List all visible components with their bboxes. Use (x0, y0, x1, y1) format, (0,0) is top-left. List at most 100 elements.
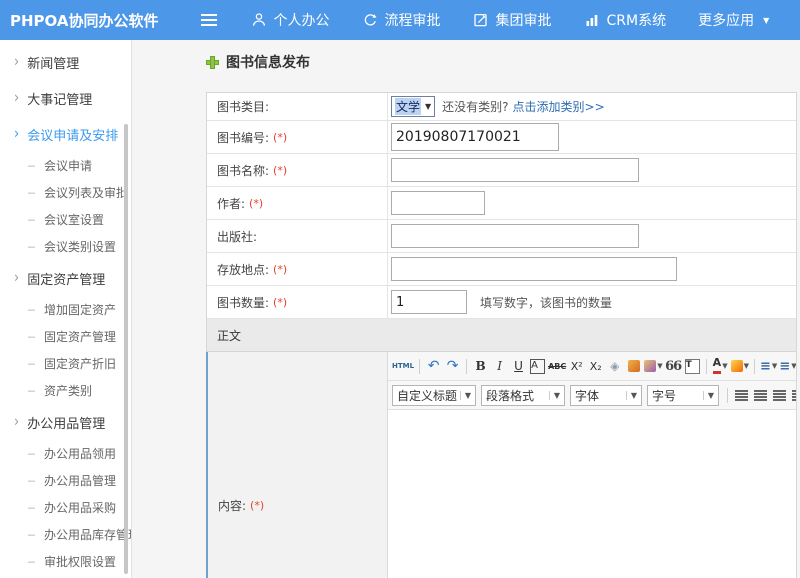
editor-custom-title-select[interactable]: 自定义标题▼ (392, 385, 476, 406)
book-number-input[interactable] (391, 123, 559, 151)
editor-align-center-button[interactable] (752, 386, 769, 404)
caret-down-icon: ▼ (460, 391, 475, 400)
dash-icon: — (28, 303, 36, 316)
sidebar-item-3[interactable]: —会议申请 (0, 152, 131, 179)
sidebar-item-label: 新闻管理 (27, 53, 79, 72)
sidebar-item-6[interactable]: —会议类别设置 (0, 233, 131, 260)
editor-superscript-button[interactable]: X² (568, 357, 585, 375)
sidebar-item-14[interactable]: —办公用品管理 (0, 467, 131, 494)
field-value-cell (388, 121, 796, 153)
editor-blockquote-button[interactable]: 66 (665, 357, 682, 375)
sidebar-scrollbar[interactable] (124, 124, 128, 574)
chevron-right-icon: › (14, 414, 19, 432)
chevron-right-icon: › (14, 270, 19, 288)
sidebar-item-1[interactable]: ›大事记管理 (0, 80, 131, 116)
sidebar-item-10[interactable]: —固定资产折旧 (0, 350, 131, 377)
caret-down-icon: ▼ (744, 362, 749, 370)
sidebar-menu: ›新闻管理›大事记管理›会议申请及安排—会议申请—会议列表及审批—会议室设置—会… (0, 44, 131, 578)
editor-redo-button[interactable]: ↷ (444, 357, 461, 375)
editor-font-border-button[interactable]: A (529, 357, 546, 375)
required-mark: (*) (273, 164, 287, 177)
editor-underline-button[interactable]: U (510, 357, 527, 375)
sidebar-item-16[interactable]: —办公用品库存管理 (0, 521, 131, 548)
sidebar-item-13[interactable]: —办公用品领用 (0, 440, 131, 467)
sidebar-item-0[interactable]: ›新闻管理 (0, 44, 131, 80)
field-label-cell: 图书数量:(*) (207, 286, 388, 318)
sidebar-item-11[interactable]: —资产类别 (0, 377, 131, 404)
editor-highlight-button[interactable]: ▼ (731, 357, 749, 375)
editor-font-family-select[interactable]: 字体▼ (570, 385, 642, 406)
caret-down-icon: ▼ (549, 391, 564, 400)
nav-label: CRM系统 (607, 10, 667, 30)
chevron-right-icon: › (14, 90, 19, 108)
editor-html-source-button[interactable]: HTML (392, 357, 414, 375)
sidebar-item-2[interactable]: ›会议申请及安排 (0, 116, 131, 152)
book-name-input[interactable] (391, 158, 639, 182)
sidebar-item-label: 办公用品管理 (27, 413, 105, 432)
app-logo: PHPOA协同办公软件 (0, 10, 159, 31)
editor-italic-button[interactable]: I (491, 357, 508, 375)
sidebar-item-4[interactable]: —会议列表及审批 (0, 179, 131, 206)
author-input[interactable] (391, 191, 485, 215)
field-value-cell (388, 253, 796, 285)
field-value-cell (388, 154, 796, 186)
align-center-icon (754, 390, 767, 401)
sidebar-item-9[interactable]: —固定资产管理 (0, 323, 131, 350)
form-row-book-number: 图书编号:(*) (207, 121, 796, 154)
sidebar-item-15[interactable]: —办公用品采购 (0, 494, 131, 521)
storage-location-input[interactable] (391, 257, 677, 281)
field-label: 图书名称: (217, 162, 269, 179)
publisher-input[interactable] (391, 224, 639, 248)
dash-icon: — (28, 330, 36, 343)
glyph: 66 (665, 359, 681, 374)
nav-item-crm-system[interactable]: CRM系统 (584, 10, 667, 30)
editor-format-brush-button[interactable] (625, 357, 642, 375)
nav-item-workflow-approval[interactable]: 流程审批 (362, 10, 441, 30)
field-label: 存放地点: (217, 261, 269, 278)
align-left-icon (735, 390, 748, 401)
editor-undo-button[interactable]: ↶ (425, 357, 442, 375)
editor-ordered-list-button[interactable]: ≡▼ (760, 357, 777, 375)
glyph: HTML (392, 362, 414, 370)
editor-bold-button[interactable]: B (472, 357, 489, 375)
editor-align-right-button[interactable] (771, 386, 788, 404)
editor-strikethrough-button[interactable]: ABC (548, 357, 566, 375)
nav-item-group-approval[interactable]: 集团审批 (473, 10, 552, 30)
nav-item-more-apps[interactable]: 更多应用▼ (698, 10, 769, 30)
editor-align-left-button[interactable] (733, 386, 750, 404)
field-label-cell: 图书名称: (*) (207, 154, 388, 186)
sidebar-item-5[interactable]: —会议室设置 (0, 206, 131, 233)
glyph: A (713, 358, 722, 374)
editor-align-justify-button[interactable] (790, 386, 796, 404)
editor-font-color-button[interactable]: A▼ (712, 357, 729, 375)
dash-icon: — (28, 213, 36, 226)
editor-unordered-list-button[interactable]: ≡▼ (779, 357, 796, 375)
add-category-link[interactable]: 点击添加类别>> (513, 98, 605, 115)
editor-font-size-select[interactable]: 字号▼ (647, 385, 719, 406)
sidebar-item-12[interactable]: › 办公用品管理 (0, 404, 131, 440)
category-label: 图书类目: (207, 93, 388, 120)
sidebar-item-17[interactable]: —审批权限设置 (0, 548, 131, 575)
caret-down-icon: ▼ (425, 102, 431, 111)
editor-paste-text-button[interactable]: T (684, 357, 701, 375)
menu-icon[interactable] (201, 14, 217, 26)
book-quantity-input[interactable] (391, 290, 467, 314)
sidebar-item-7[interactable]: ›固定资产管理 (0, 260, 131, 296)
editor-paragraph-format-select[interactable]: 段落格式▼ (481, 385, 565, 406)
nav-label: 流程审批 (385, 10, 441, 30)
dash-icon: — (28, 186, 36, 199)
editor-subscript-button[interactable]: X₂ (587, 357, 604, 375)
required-mark: (*) (273, 296, 287, 309)
page-header: 图书信息发布 (206, 52, 800, 72)
dash-icon: — (28, 384, 36, 397)
category-select[interactable]: 文学 ▼ (391, 96, 435, 117)
sidebar-item-label: 办公用品采购 (44, 499, 116, 516)
editor-eraser-button[interactable]: ◈ (606, 357, 623, 375)
sidebar-item-8[interactable]: —增加固定资产 (0, 296, 131, 323)
glyph: ◈ (610, 359, 619, 373)
field-label: 内容: (218, 497, 246, 514)
nav-label: 集团审批 (496, 10, 552, 30)
nav-item-personal-office[interactable]: 个人办公 (251, 10, 330, 30)
editor-font-style-button[interactable]: ▼ (644, 357, 662, 375)
editor-content-area[interactable] (388, 410, 796, 578)
